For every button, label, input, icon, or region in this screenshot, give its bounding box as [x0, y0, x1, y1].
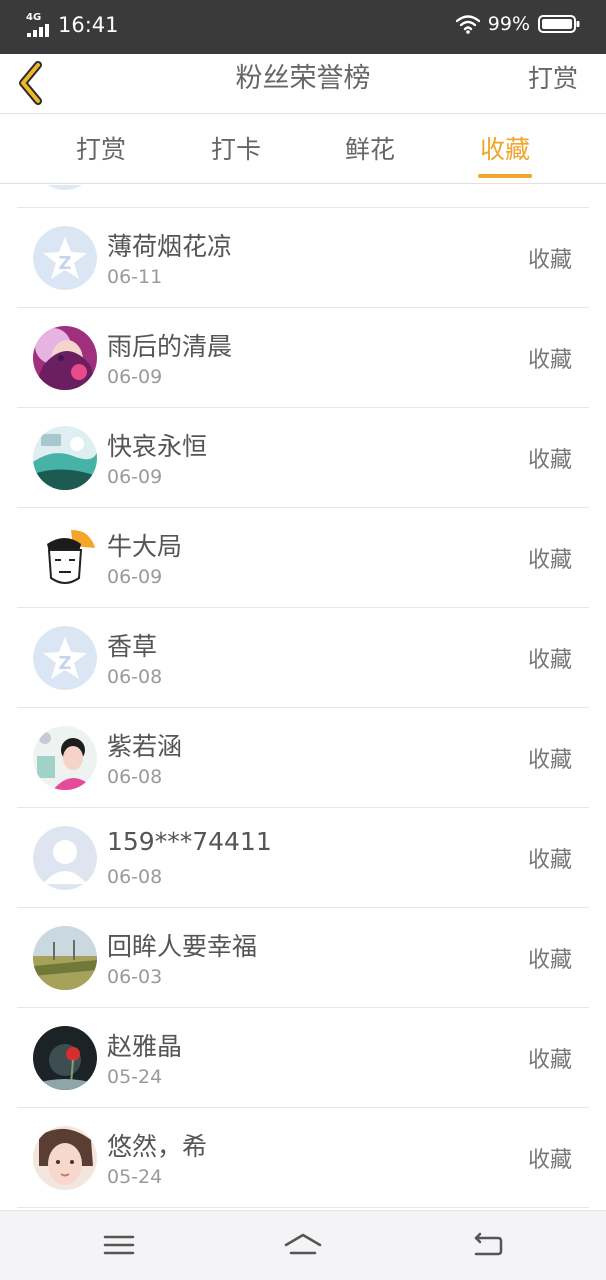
avatar: Z	[33, 226, 97, 290]
tab-label: 鲜花	[344, 135, 395, 164]
list-item[interactable]: 雨后的清晨 06-09 收藏	[17, 308, 589, 408]
home-button[interactable]	[283, 1229, 323, 1261]
list-item[interactable]: 回眸人要幸福 06-03 收藏	[17, 908, 589, 1008]
fan-name: 雨后的清晨	[107, 332, 233, 361]
network-indicator: 4G	[26, 12, 52, 38]
clock: 16:41	[58, 13, 119, 37]
tab-favorites[interactable]: 收藏	[450, 114, 560, 184]
favorite-tag: 收藏	[527, 748, 572, 773]
fan-name: 紫若涵	[107, 732, 183, 761]
avatar	[33, 1126, 97, 1190]
svg-text:Z: Z	[58, 253, 71, 274]
list-item[interactable]: 悠然，希 05-24 收藏	[17, 1108, 589, 1208]
fan-date: 05-24	[107, 1166, 163, 1188]
avatar	[33, 826, 97, 890]
tab-checkin[interactable]: 打卡	[181, 114, 291, 184]
fan-name: 快哀永恒	[107, 432, 208, 461]
battery-icon	[538, 15, 580, 33]
avatar	[33, 1026, 97, 1090]
list-item[interactable]: Z 香草 06-08 收藏	[17, 608, 589, 708]
tab-label: 打赏	[75, 135, 126, 164]
battery-percent: 99%	[487, 13, 530, 35]
list-item[interactable]: 紫若涵 06-08 收藏	[17, 708, 589, 808]
list-item[interactable]: 159***74411 06-08 收藏	[17, 808, 589, 908]
app-header: 粉丝荣誉榜 打赏	[0, 54, 606, 114]
tab-label: 打卡	[210, 135, 261, 164]
fan-date: 05-24	[107, 1066, 163, 1088]
menu-icon	[103, 1235, 135, 1255]
list-item[interactable]: 牛大局 06-09 收藏	[17, 508, 589, 608]
fan-name: 香草	[107, 632, 158, 661]
svg-text:Z: Z	[58, 653, 71, 674]
avatar	[33, 926, 97, 990]
list-item[interactable]: Z 薄荷烟花凉 06-11 收藏	[17, 208, 589, 308]
fan-name: 牛大局	[107, 532, 183, 561]
fan-date: 06-11	[107, 185, 162, 188]
list-item[interactable]: 快哀永恒 06-09 收藏	[17, 408, 589, 508]
favorite-tag: 收藏	[527, 448, 572, 473]
avatar	[33, 326, 97, 390]
tab-bar: 打赏 打卡 鲜花 收藏	[0, 114, 606, 184]
wifi-icon	[455, 15, 480, 34]
avatar	[33, 185, 97, 190]
signal-icon	[27, 24, 49, 37]
page-title: 粉丝荣誉榜	[235, 63, 371, 94]
fan-date: 06-09	[107, 566, 163, 588]
list-item-partial[interactable]: 06-11	[17, 185, 589, 208]
fan-name: 赵雅晶	[107, 1032, 183, 1061]
favorite-tag: 收藏	[527, 548, 572, 573]
fan-name: 薄荷烟花凉	[107, 232, 233, 261]
fan-date: 06-09	[107, 366, 163, 388]
fan-date: 06-08	[107, 866, 163, 888]
favorite-tag: 收藏	[527, 1148, 572, 1173]
list-item[interactable]: 赵雅晶 05-24 收藏	[17, 1008, 589, 1108]
active-tab-indicator	[478, 174, 532, 178]
tab-reward[interactable]: 打赏	[46, 114, 156, 184]
fan-date: 06-11	[107, 266, 163, 288]
avatar	[33, 426, 97, 490]
network-type: 4G	[26, 12, 42, 23]
system-nav-bar	[0, 1210, 606, 1280]
favorite-tag: 收藏	[527, 1048, 572, 1073]
tab-flowers[interactable]: 鲜花	[315, 114, 425, 184]
home-icon	[284, 1233, 322, 1255]
fan-date: 06-08	[107, 766, 163, 788]
favorite-tag: 收藏	[527, 248, 572, 273]
status-right: 99%	[455, 13, 580, 35]
favorites-list: 06-11 Z 薄荷烟花凉 06-11 收藏 雨后的清晨 06-	[0, 185, 606, 1209]
fan-date: 06-09	[107, 466, 163, 488]
avatar	[33, 526, 97, 590]
favorite-tag: 收藏	[527, 648, 572, 673]
menu-button[interactable]	[99, 1229, 139, 1261]
status-left: 4G 16:41	[26, 12, 119, 38]
avatar: Z	[33, 626, 97, 690]
fan-name: 159***74411	[107, 827, 272, 856]
chevron-left-icon[interactable]	[14, 60, 48, 106]
favorite-tag: 收藏	[527, 848, 572, 873]
fan-date: 06-03	[107, 966, 163, 988]
back-icon	[474, 1232, 503, 1256]
back-button[interactable]	[468, 1229, 508, 1261]
favorite-tag: 收藏	[527, 348, 572, 373]
fan-date: 06-08	[107, 666, 163, 688]
reward-button[interactable]: 打赏	[528, 54, 578, 104]
status-bar: 4G 16:41 99%	[0, 0, 606, 54]
fan-name: 回眸人要幸福	[107, 932, 258, 961]
avatar	[33, 726, 97, 790]
favorite-tag: 收藏	[527, 948, 572, 973]
fan-name: 悠然，希	[107, 1132, 208, 1161]
